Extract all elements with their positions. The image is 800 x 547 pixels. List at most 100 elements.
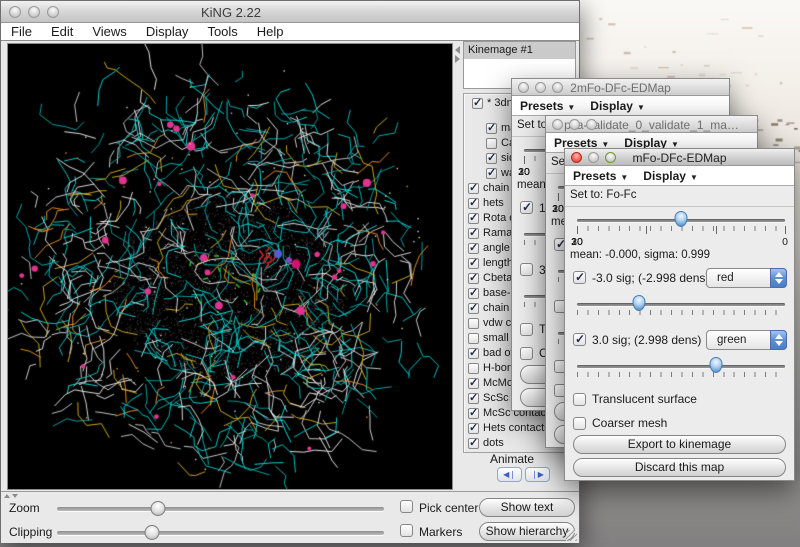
slider-thumb[interactable] (633, 295, 646, 311)
dialog-titlebar[interactable]: mFo-DFc-EDMap (565, 149, 794, 166)
low-sigma-checkbox[interactable] (573, 271, 586, 284)
high-sigma-checkbox[interactable] (573, 333, 586, 346)
display-menu[interactable]: Display▼ (643, 169, 698, 183)
tree-checkbox[interactable] (486, 153, 497, 164)
tree-checkbox[interactable] (468, 333, 479, 344)
animate-prev-button[interactable]: ◀❘ (497, 467, 522, 482)
low-level-slider[interactable] (577, 297, 785, 333)
zoom-button[interactable] (552, 82, 563, 93)
selected-color: green (717, 334, 746, 346)
tree-checkbox[interactable] (468, 393, 479, 404)
zoom-slider[interactable] (57, 507, 384, 511)
collapse-up-icon (4, 494, 10, 498)
tree-checkbox[interactable] (468, 183, 479, 194)
close-button[interactable] (552, 119, 563, 130)
clipping-label: Clipping (9, 525, 52, 539)
clipping-slider-thumb[interactable] (144, 525, 159, 540)
tree-checkbox[interactable] (468, 228, 479, 239)
clipping-slider[interactable] (57, 531, 384, 535)
tree-checkbox[interactable] (468, 273, 479, 284)
tree-checkbox[interactable] (468, 348, 479, 359)
close-button[interactable] (518, 82, 529, 93)
tree-checkbox[interactable] (468, 198, 479, 209)
dialog-titlebar[interactable]: pka-validate_0_validate_1_ma… (546, 116, 757, 133)
high-level-slider[interactable] (577, 359, 785, 395)
king-titlebar[interactable]: KiNG 2.22 (1, 1, 579, 23)
menu-edit[interactable]: Edit (51, 24, 73, 39)
coarser-mesh-checkbox[interactable] (573, 417, 586, 430)
presets-menu[interactable]: Presets▼ (520, 99, 575, 113)
low-sigma-checkbox[interactable] (520, 201, 533, 214)
tree-checkbox[interactable] (486, 168, 497, 179)
high-color-select[interactable]: green (706, 330, 787, 350)
tree-checkbox[interactable] (468, 423, 479, 434)
menu-display[interactable]: Display (146, 24, 189, 39)
slider-track[interactable] (577, 365, 785, 368)
show-hierarchy-button[interactable]: Show hierarchy (479, 522, 575, 541)
set-to-label: Set to: Fo-Fc (570, 189, 636, 201)
menu-help[interactable]: Help (257, 24, 284, 39)
panel-collapse-handle[interactable] (4, 493, 18, 499)
tree-row[interactable]: dots (468, 436, 504, 450)
tree-row[interactable]: hets (468, 196, 504, 210)
slider-thumb[interactable] (675, 211, 688, 227)
tree-checkbox[interactable] (468, 378, 479, 389)
tree-checkbox[interactable] (486, 123, 497, 134)
tree-checkbox[interactable] (486, 138, 497, 149)
collapse-right-icon (455, 55, 460, 63)
coarser-mesh-checkbox[interactable] (520, 347, 533, 360)
minimize-button[interactable] (28, 6, 40, 18)
translucent-checkbox[interactable] (573, 393, 586, 406)
close-button[interactable] (9, 6, 21, 18)
animate-next-button[interactable]: ❘▶ (525, 467, 550, 482)
export-to-kinemage-button[interactable]: Export to kinemage (573, 435, 786, 454)
tree-checkbox[interactable] (468, 438, 479, 449)
translucent-checkbox[interactable] (520, 323, 533, 336)
dialog-titlebar[interactable]: 2mFo-DFc-EDMap (512, 79, 729, 96)
presets-menu[interactable]: Presets▼ (573, 169, 628, 183)
low-color-select[interactable]: red (706, 268, 787, 288)
minimize-button[interactable] (535, 82, 546, 93)
zoom-button[interactable] (47, 6, 59, 18)
chevron-down-icon: ▼ (637, 103, 645, 112)
slider-ticks (577, 310, 785, 315)
resize-grip[interactable] (566, 530, 577, 541)
menu-tools[interactable]: Tools (207, 24, 237, 39)
tree-label: dots (483, 437, 504, 449)
tree-checkbox[interactable] (468, 243, 479, 254)
tree-checkbox[interactable] (468, 288, 479, 299)
tree-checkbox[interactable] (472, 98, 483, 109)
discard-map-button[interactable]: Discard this map (573, 458, 786, 477)
window-title: KiNG 2.22 (141, 5, 321, 20)
tick-label: 30 (552, 203, 564, 215)
kinemage-list-item[interactable]: Kinemage #1 (464, 42, 575, 59)
tree-checkbox[interactable] (468, 363, 479, 374)
zoom-button[interactable] (605, 152, 616, 163)
high-sigma-checkbox[interactable] (520, 263, 533, 276)
show-text-button[interactable]: Show text (479, 498, 575, 517)
tree-checkbox[interactable] (468, 318, 479, 329)
molecule-canvas[interactable] (8, 44, 452, 489)
slider-track[interactable] (577, 303, 785, 306)
tree-row[interactable]: Hets contacts (468, 421, 550, 435)
menu-views[interactable]: Views (92, 24, 126, 39)
minimize-button[interactable] (569, 119, 580, 130)
splitter-handle[interactable] (453, 45, 461, 64)
tree-checkbox[interactable] (468, 258, 479, 269)
chevron-down-icon: ▼ (567, 103, 575, 112)
menu-bar: File Edit Views Display Tools Help (1, 23, 579, 41)
close-button[interactable] (571, 152, 582, 163)
menu-file[interactable]: File (11, 24, 32, 39)
zoom-slider-thumb[interactable] (151, 501, 166, 516)
kinemage-viewport[interactable] (7, 43, 453, 490)
markers-checkbox[interactable] (400, 524, 413, 537)
pick-center-checkbox[interactable] (400, 500, 413, 513)
minimize-button[interactable] (588, 152, 599, 163)
slider-thumb[interactable] (710, 357, 723, 373)
sigma-level-slider[interactable]: 0 10 20 30 (577, 213, 785, 249)
tree-checkbox[interactable] (468, 303, 479, 314)
tree-checkbox[interactable] (468, 213, 479, 224)
tree-checkbox[interactable] (468, 408, 479, 419)
display-menu[interactable]: Display▼ (590, 99, 645, 113)
zoom-button[interactable] (586, 119, 597, 130)
